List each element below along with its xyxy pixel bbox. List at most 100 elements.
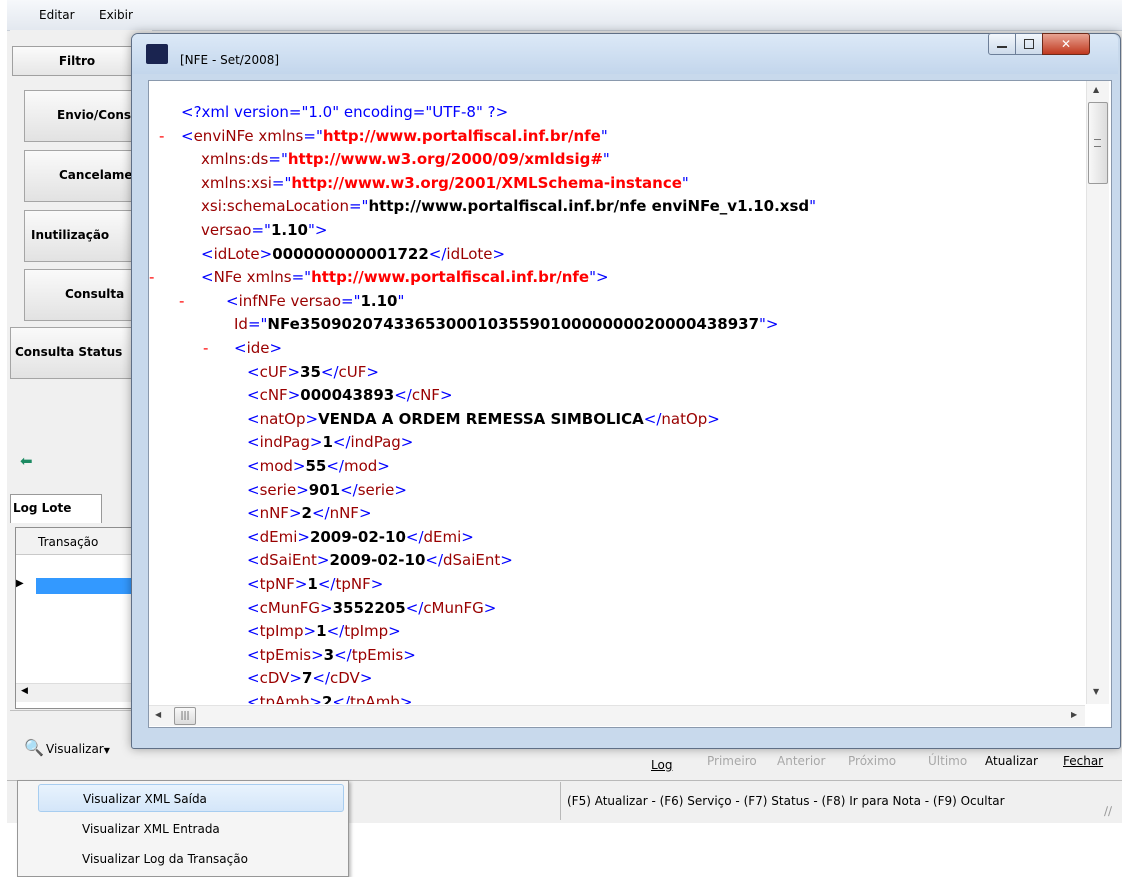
primeiro-button[interactable]: Primeiro <box>707 754 757 768</box>
xml-token: 000043893 <box>300 386 395 405</box>
xml-line: xsi:schemaLocation="http://www.portalfis… <box>201 197 816 215</box>
xml-token: dSaiEnt <box>443 551 501 570</box>
xml-viewer[interactable]: <?xml version="1.0" encoding="UTF-8" ?> -… <box>149 81 1085 704</box>
xml-token: > <box>316 551 330 570</box>
xml-token: tpAmb <box>350 693 400 704</box>
scroll-down-icon[interactable]: ▼ <box>1093 687 1099 696</box>
xml-token: 1.10 <box>270 221 308 239</box>
ultimo-button[interactable]: Último <box>928 754 967 768</box>
grid-horizontal-scrollbar[interactable]: ◀ <box>16 683 140 702</box>
visualizar-dropdown-button[interactable]: Visualizar▼ <box>46 742 110 756</box>
xml-token: http://www.portalfiscal.inf.br/nfe <box>322 126 601 145</box>
menu-item-xml-saida[interactable]: Visualizar XML Saída <box>38 784 344 812</box>
xml-token: 901 <box>308 480 341 499</box>
xml-token: http://www.w3.org/2000/09/xmldsig# <box>287 150 603 169</box>
fechar-button[interactable]: Fechar <box>1063 754 1103 768</box>
maximize-icon[interactable] <box>1015 33 1043 55</box>
xml-token: > <box>483 598 497 617</box>
menu-bar: Editar Exibir <box>7 0 1122 31</box>
collapse-toggle-icon[interactable]: - <box>203 339 208 357</box>
visualizar-label: Visualizar <box>46 742 104 756</box>
xml-token: </ <box>332 433 351 452</box>
xml-token: > <box>358 504 372 523</box>
xml-token: 2009-02-10 <box>329 551 426 570</box>
filter-tab[interactable]: Filtro <box>12 46 142 76</box>
proximo-button[interactable]: Próximo <box>848 754 896 768</box>
xml-token: 7 <box>301 669 313 688</box>
xml-token: =" <box>268 150 288 169</box>
collapse-toggle-icon[interactable]: - <box>179 292 184 310</box>
xml-token: > <box>311 645 324 664</box>
xml-token: < <box>247 645 260 664</box>
xml-token: < <box>247 669 260 688</box>
xml-token: natOp <box>661 409 708 428</box>
button-label: Inutilização <box>31 228 110 242</box>
xml-token: 3 <box>323 645 335 664</box>
log-link[interactable]: Log <box>651 758 672 772</box>
selected-grid-row[interactable] <box>36 578 140 594</box>
collapse-toggle-icon[interactable]: - <box>159 127 164 145</box>
xml-token: cUF <box>259 362 288 381</box>
horizontal-scrollbar[interactable]: ◀ ▶ <box>149 705 1085 726</box>
xml-token: > <box>707 409 720 428</box>
back-arrow-icon[interactable]: ⬅ <box>20 452 33 470</box>
xml-token: > <box>297 527 310 546</box>
xml-token: serie <box>259 480 297 499</box>
xml-token: " <box>600 126 608 145</box>
horizontal-scroll-thumb[interactable]: ||| <box>174 707 196 725</box>
log-lote-tab[interactable]: Log Lote <box>10 494 102 523</box>
xml-line: Id="NFe350902074336530001035590100000000… <box>234 315 779 333</box>
xml-token: nNF <box>259 504 289 523</box>
xml-line: <dSaiEnt>2009-02-10</dSaiEnt> <box>247 551 513 569</box>
xml-token: versao <box>201 221 252 239</box>
xml-token: > <box>269 339 283 357</box>
collapse-toggle-icon[interactable]: - <box>149 268 154 286</box>
vertical-scroll-thumb[interactable] <box>1088 102 1108 184</box>
xml-token: </ <box>320 362 339 381</box>
minimize-icon[interactable] <box>988 33 1016 55</box>
xml-token: dEmi <box>423 527 462 546</box>
xml-token: 1 <box>322 433 333 452</box>
xml-token: idLote <box>446 244 493 263</box>
scroll-right-icon[interactable]: ▶ <box>1071 710 1077 719</box>
dialog-titlebar[interactable] <box>132 34 1118 74</box>
menu-exibir[interactable]: Exibir <box>99 8 133 22</box>
grid-header: Transação <box>16 528 140 555</box>
xml-token: </ <box>428 244 447 263</box>
xml-token: nNF <box>329 504 359 523</box>
close-icon[interactable]: ✕ <box>1042 33 1090 55</box>
xml-token: 35 <box>300 362 321 381</box>
anterior-button[interactable]: Anterior <box>777 754 825 768</box>
menu-item-xml-entrada[interactable]: Visualizar XML Entrada <box>38 815 344 843</box>
scroll-left-icon[interactable]: ◀ <box>21 686 28 696</box>
button-label: Consulta <box>65 287 125 301</box>
atualizar-button[interactable]: Atualizar <box>985 754 1038 768</box>
dialog-title: [NFE - Set/2008] <box>180 53 280 67</box>
scroll-left-icon[interactable]: ◀ <box>155 710 161 719</box>
menu-item-log-transacao[interactable]: Visualizar Log da Transação <box>38 845 344 873</box>
xml-token: < <box>247 457 260 475</box>
xml-token: </ <box>326 622 345 641</box>
xml-token: 2 <box>301 504 312 523</box>
xml-token: > <box>288 504 302 523</box>
xml-token: 3552205 <box>332 598 406 617</box>
xml-line: <cMunFG>3552205</cMunFG> <box>247 599 496 617</box>
visualizar-menu: Visualizar XML Saída Visualizar XML Entr… <box>17 780 349 877</box>
xml-token: > <box>439 386 453 405</box>
menu-editar[interactable]: Editar <box>39 8 75 22</box>
xml-token: " <box>809 197 817 216</box>
scroll-up-icon[interactable]: ▲ <box>1093 85 1099 94</box>
xml-token: indPag <box>350 433 401 452</box>
xml-token: > <box>303 622 317 641</box>
column-header-transacao[interactable]: Transação <box>38 535 98 549</box>
xml-token: < <box>226 291 239 310</box>
consulta-status-button[interactable]: Consulta Status <box>10 327 151 379</box>
xml-token: > <box>294 575 308 593</box>
xml-line: versao="1.10"> <box>201 221 327 239</box>
resize-grip-icon[interactable]: ∕∕ <box>1104 804 1112 818</box>
xml-token: =" <box>303 126 323 145</box>
xml-token: < <box>247 362 260 381</box>
xml-token: > <box>394 480 407 499</box>
xml-token: VENDA A ORDEM REMESSA SIMBOLICA <box>318 409 644 428</box>
xml-token: "> <box>307 221 328 239</box>
